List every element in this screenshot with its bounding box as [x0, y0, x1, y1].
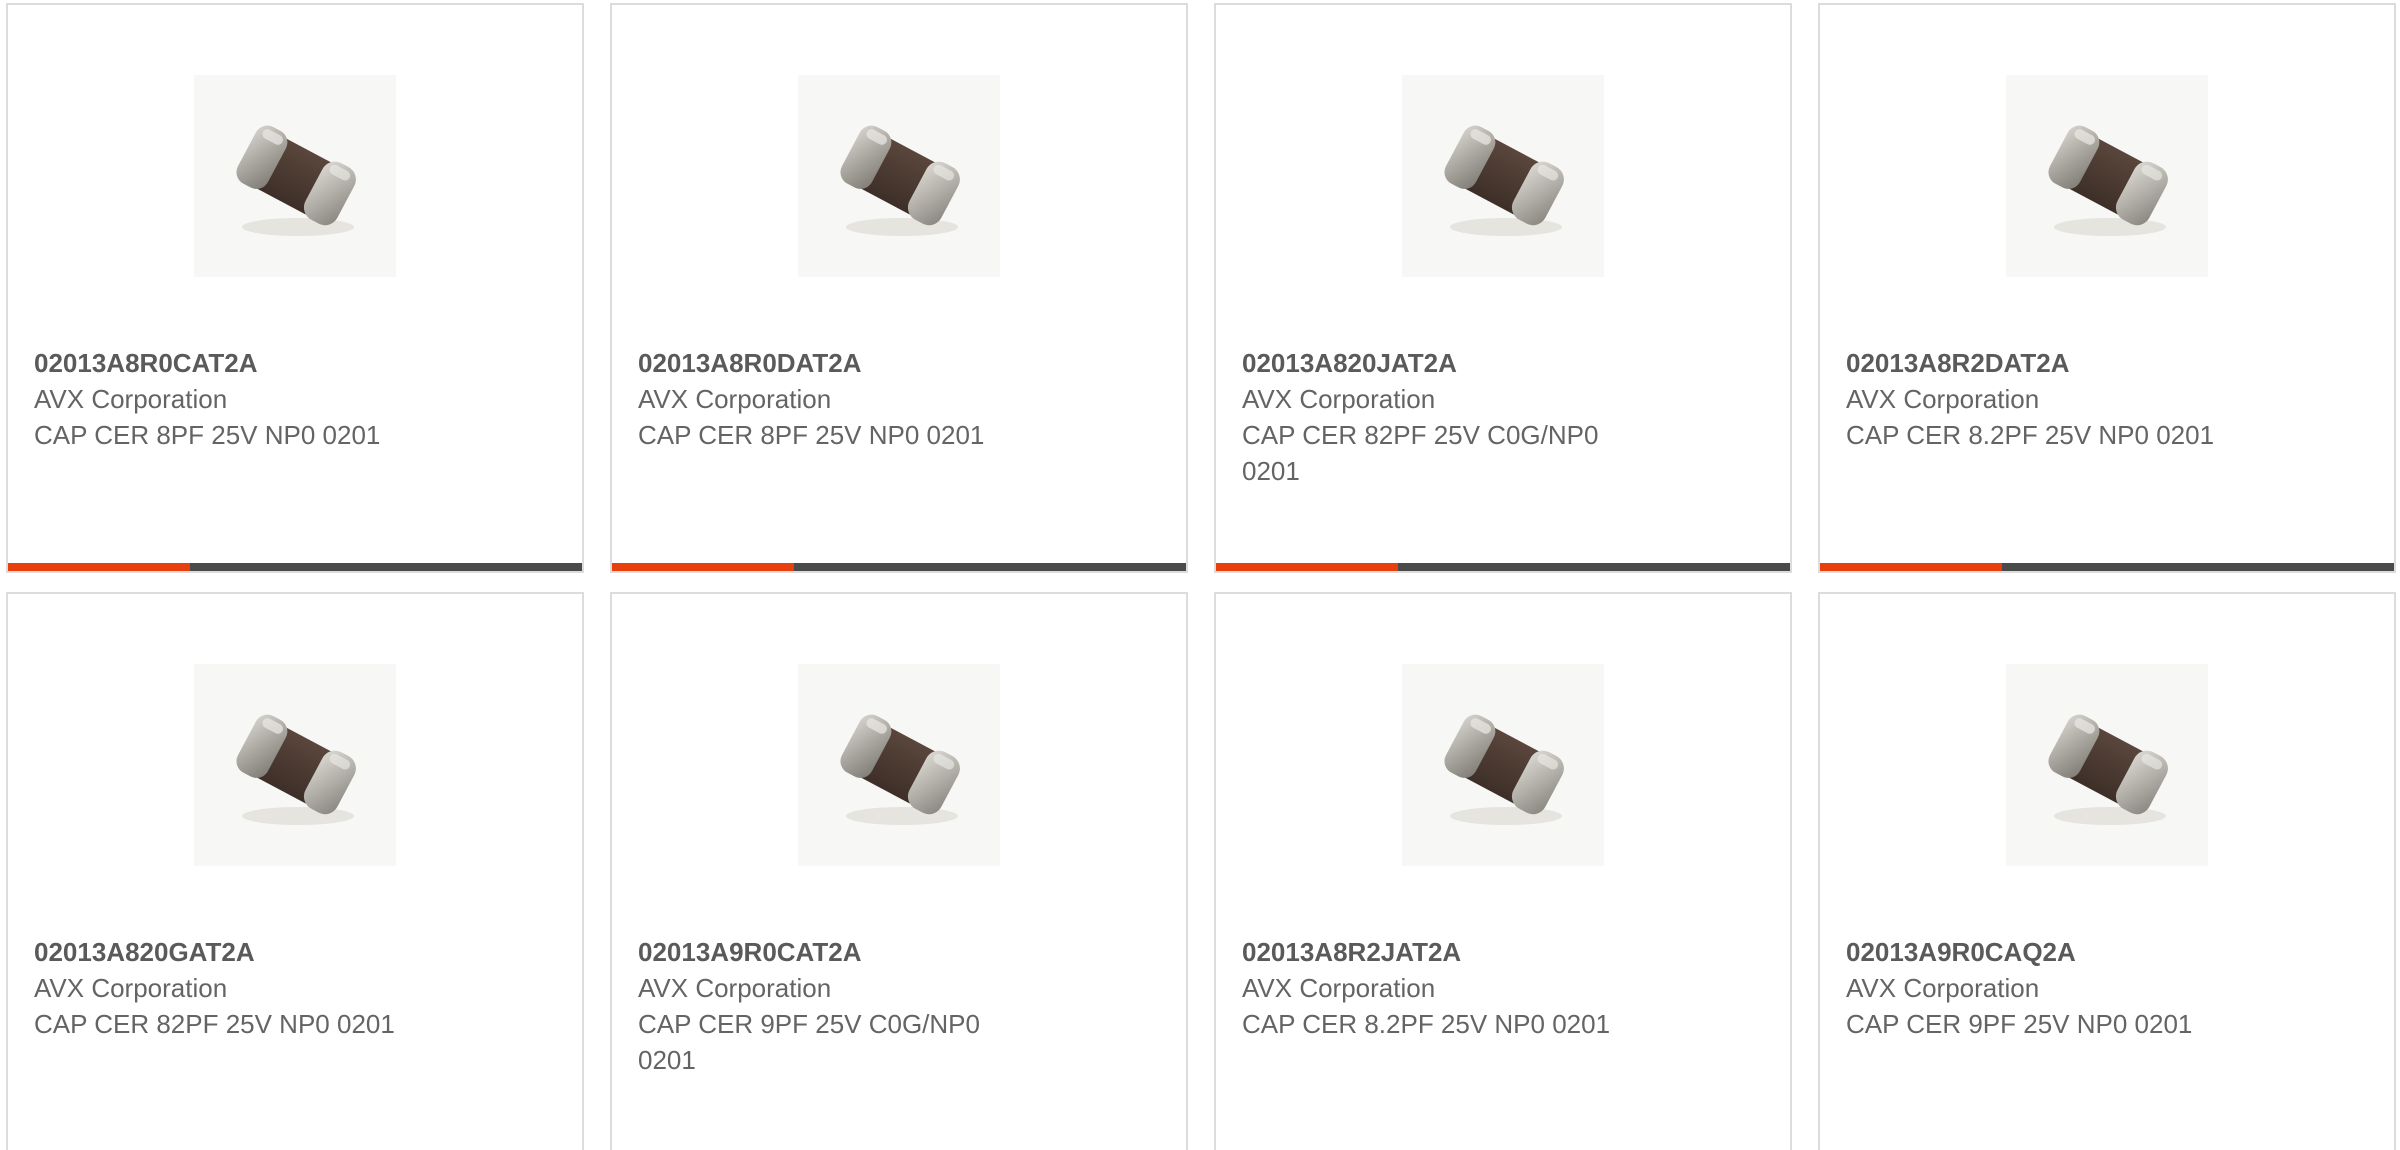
capacitor-icon — [840, 125, 960, 236]
product-card[interactable]: 02013A820GAT2A AVX Corporation CAP CER 8… — [6, 592, 584, 1150]
product-info: 02013A8R0DAT2A AVX Corporation CAP CER 8… — [638, 345, 1038, 453]
card-bottom-bar — [8, 563, 582, 571]
product-info: 02013A8R0CAT2A AVX Corporation CAP CER 8… — [34, 345, 434, 453]
capacitor-thumbnail[interactable] — [194, 75, 396, 277]
manufacturer: AVX Corporation — [1846, 384, 2040, 414]
manufacturer: AVX Corporation — [34, 973, 228, 1003]
product-card[interactable]: 02013A820JAT2A AVX Corporation CAP CER 8… — [1214, 3, 1792, 573]
manufacturer: AVX Corporation — [638, 973, 832, 1003]
description: CAP CER 82PF 25V C0G/NP0 0201 — [1242, 420, 1599, 486]
description: CAP CER 8PF 25V NP0 0201 — [638, 420, 985, 450]
product-card[interactable]: 02013A8R2JAT2A AVX Corporation CAP CER 8… — [1214, 592, 1792, 1150]
manufacturer: AVX Corporation — [34, 384, 228, 414]
description: CAP CER 8.2PF 25V NP0 0201 — [1242, 1009, 1611, 1039]
card-bottom-bar — [1216, 563, 1790, 571]
product-card[interactable]: 02013A8R0CAT2A AVX Corporation CAP CER 8… — [6, 3, 584, 573]
part-number[interactable]: 02013A9R0CAQ2A — [1846, 934, 2246, 970]
capacitor-icon — [236, 714, 356, 825]
card-bottom-bar — [612, 563, 1186, 571]
product-card[interactable]: 02013A8R2DAT2A AVX Corporation CAP CER 8… — [1818, 3, 2396, 573]
part-number[interactable]: 02013A8R2JAT2A — [1242, 934, 1642, 970]
manufacturer: AVX Corporation — [1242, 973, 1436, 1003]
part-number[interactable]: 02013A9R0CAT2A — [638, 934, 1038, 970]
card-accent-bar — [1216, 563, 1398, 571]
capacitor-icon — [1444, 125, 1564, 236]
description: CAP CER 9PF 25V C0G/NP0 0201 — [638, 1009, 980, 1075]
capacitor-icon — [236, 125, 356, 236]
capacitor-thumbnail[interactable] — [798, 75, 1000, 277]
capacitor-thumbnail[interactable] — [1402, 75, 1604, 277]
capacitor-thumbnail[interactable] — [1402, 664, 1604, 866]
product-card[interactable]: 02013A9R0CAT2A AVX Corporation CAP CER 9… — [610, 592, 1188, 1150]
product-info: 02013A820JAT2A AVX Corporation CAP CER 8… — [1242, 345, 1642, 489]
capacitor-thumbnail[interactable] — [2006, 664, 2208, 866]
capacitor-thumbnail[interactable] — [798, 664, 1000, 866]
description: CAP CER 82PF 25V NP0 0201 — [34, 1009, 395, 1039]
product-grid: 02013A8R0CAT2A AVX Corporation CAP CER 8… — [0, 0, 2400, 1150]
card-accent-bar — [8, 563, 190, 571]
product-info: 02013A9R0CAT2A AVX Corporation CAP CER 9… — [638, 934, 1038, 1078]
description: CAP CER 9PF 25V NP0 0201 — [1846, 1009, 2193, 1039]
part-number[interactable]: 02013A820JAT2A — [1242, 345, 1642, 381]
part-number[interactable]: 02013A8R0CAT2A — [34, 345, 434, 381]
card-accent-bar — [612, 563, 794, 571]
capacitor-icon — [840, 714, 960, 825]
product-info: 02013A8R2DAT2A AVX Corporation CAP CER 8… — [1846, 345, 2246, 453]
card-accent-bar — [1820, 563, 2002, 571]
product-info: 02013A9R0CAQ2A AVX Corporation CAP CER 9… — [1846, 934, 2246, 1042]
product-card[interactable]: 02013A9R0CAQ2A AVX Corporation CAP CER 9… — [1818, 592, 2396, 1150]
manufacturer: AVX Corporation — [1242, 384, 1436, 414]
product-info: 02013A820GAT2A AVX Corporation CAP CER 8… — [34, 934, 434, 1042]
capacitor-thumbnail[interactable] — [194, 664, 396, 866]
manufacturer: AVX Corporation — [638, 384, 832, 414]
capacitor-icon — [2048, 714, 2168, 825]
capacitor-icon — [2048, 125, 2168, 236]
card-bottom-bar — [1820, 563, 2394, 571]
description: CAP CER 8PF 25V NP0 0201 — [34, 420, 381, 450]
part-number[interactable]: 02013A8R2DAT2A — [1846, 345, 2246, 381]
part-number[interactable]: 02013A8R0DAT2A — [638, 345, 1038, 381]
product-card[interactable]: 02013A8R0DAT2A AVX Corporation CAP CER 8… — [610, 3, 1188, 573]
description: CAP CER 8.2PF 25V NP0 0201 — [1846, 420, 2215, 450]
product-info: 02013A8R2JAT2A AVX Corporation CAP CER 8… — [1242, 934, 1642, 1042]
manufacturer: AVX Corporation — [1846, 973, 2040, 1003]
capacitor-thumbnail[interactable] — [2006, 75, 2208, 277]
part-number[interactable]: 02013A820GAT2A — [34, 934, 434, 970]
capacitor-icon — [1444, 714, 1564, 825]
